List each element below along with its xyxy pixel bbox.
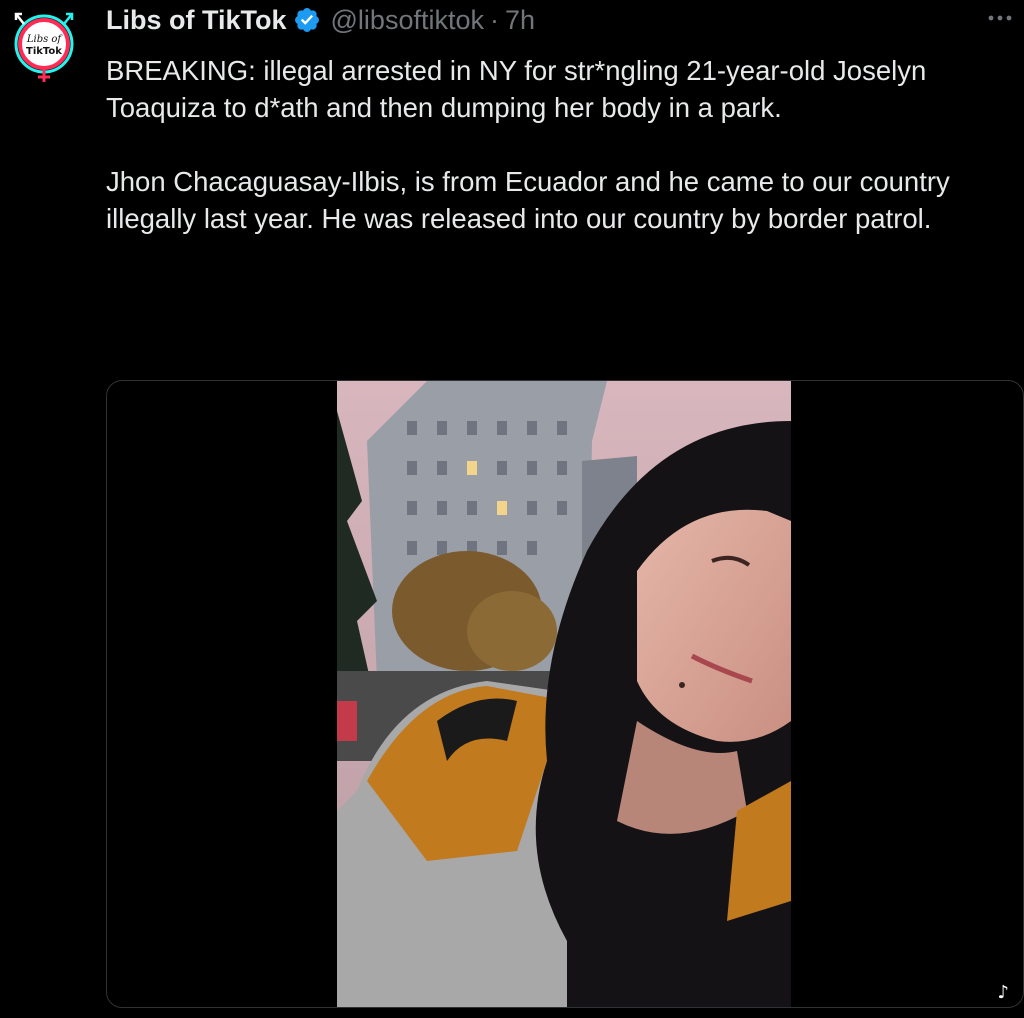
tweet-header: Libs of TikTok @libsoftiktok · 7h	[106, 2, 535, 38]
author-avatar[interactable]: Libs of TikTok	[14, 12, 78, 84]
author-name[interactable]: Libs of TikTok	[106, 5, 287, 36]
post-time[interactable]: 7h	[505, 5, 535, 36]
separator-dot: ·	[489, 4, 499, 35]
svg-text:TikTok: TikTok	[26, 46, 62, 57]
tweet-media[interactable]: ♪	[106, 380, 1024, 1008]
libs-of-tiktok-logo: Libs of TikTok	[14, 12, 74, 82]
verified-badge-icon[interactable]	[293, 6, 321, 34]
tweet-paragraph: BREAKING: illegal arrested in NY for str…	[106, 55, 927, 123]
more-horizontal-icon[interactable]	[986, 8, 1014, 28]
tweet-body: BREAKING: illegal arrested in NY for str…	[106, 52, 1018, 237]
author-handle[interactable]: @libsoftiktok	[331, 5, 484, 36]
tweet-paragraph: Jhon Chacaguasay-Ilbis, is from Ecuador …	[106, 166, 950, 234]
selfie-photo[interactable]	[337, 381, 791, 1007]
tiktok-watermark-icon: ♪	[997, 982, 1010, 1003]
svg-text:Libs of: Libs of	[26, 34, 64, 45]
